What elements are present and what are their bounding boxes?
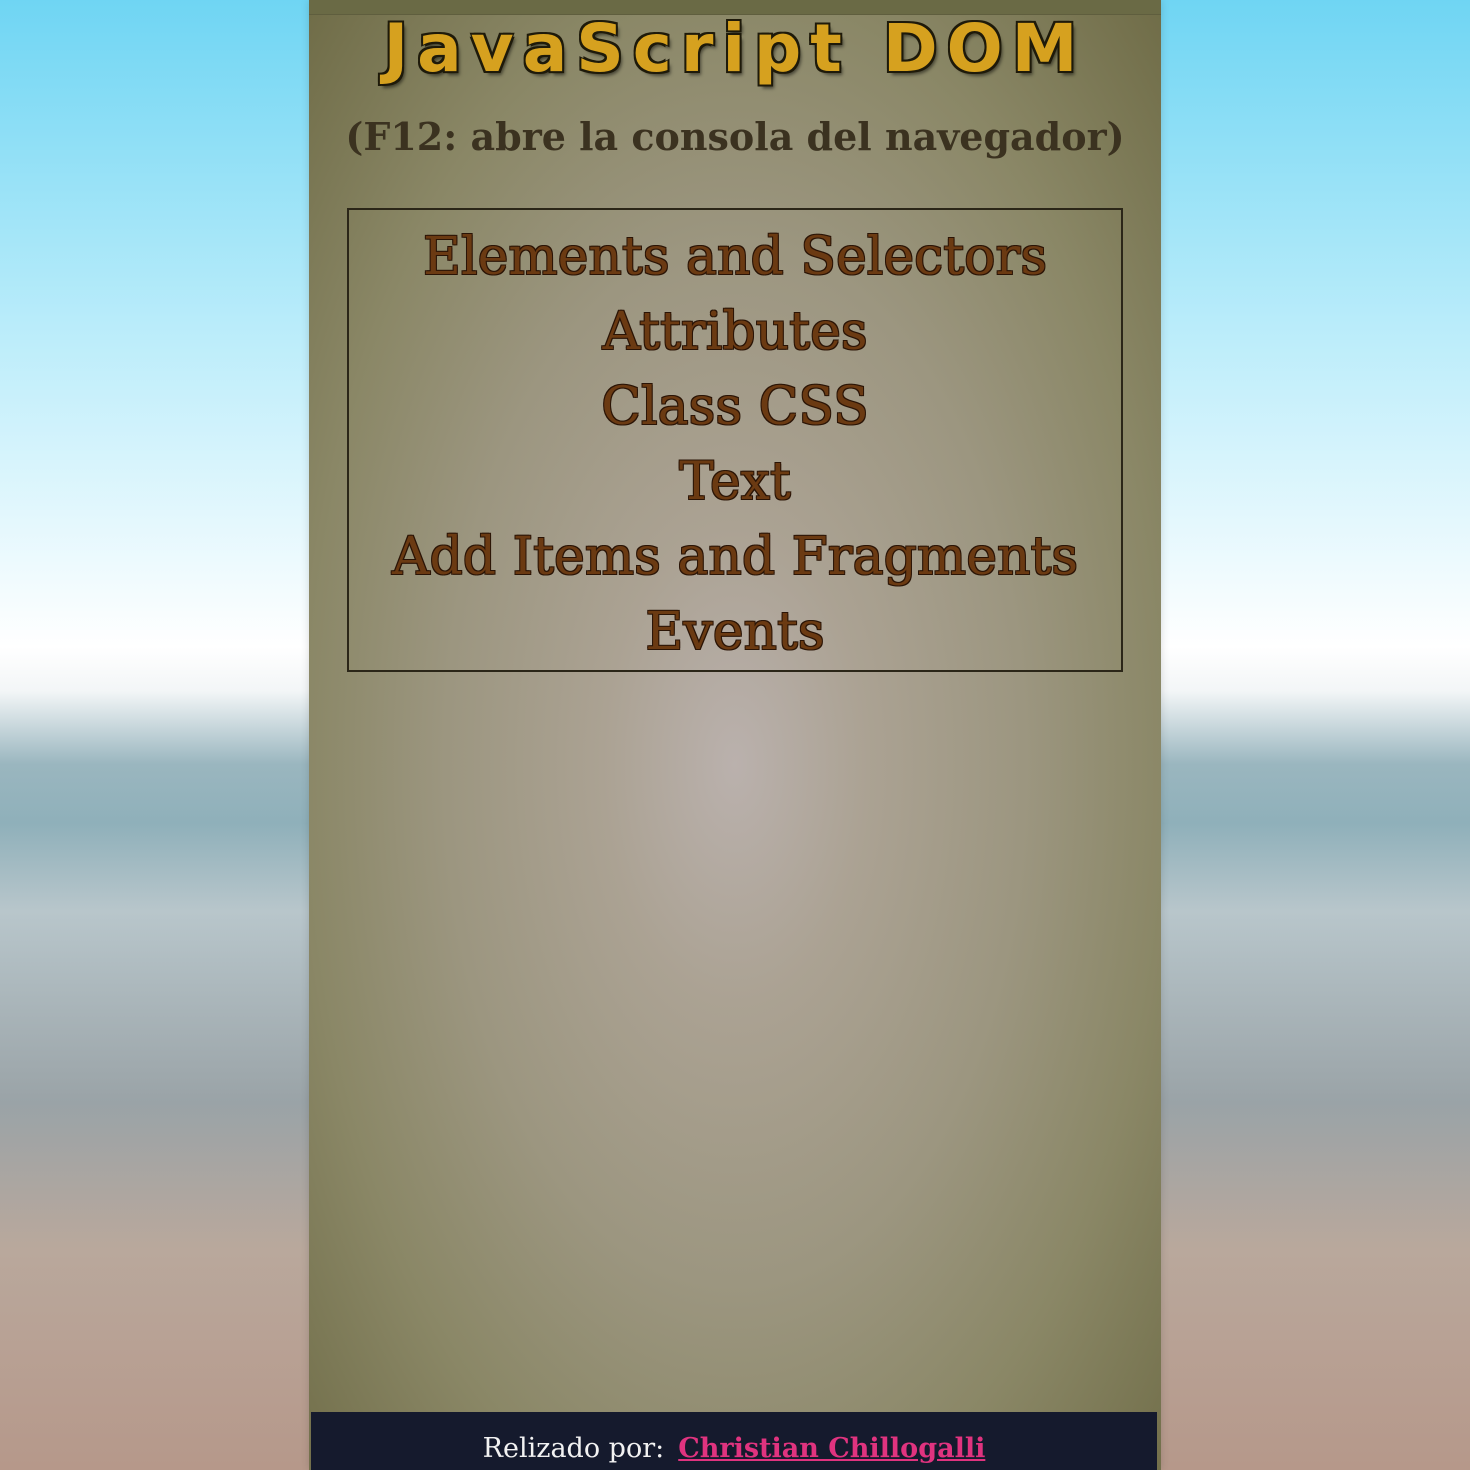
menu-item-add-items-fragments[interactable]: Add Items and Fragments (349, 520, 1121, 595)
footer-credit-label: Relizado por: (482, 1433, 665, 1464)
menu-item-elements-selectors[interactable]: Elements and Selectors (349, 220, 1121, 295)
page-subtitle: (F12: abre la consola del navegador) (345, 114, 1125, 159)
footer: Relizado por: Christian Chillogalli (311, 1412, 1157, 1470)
topics-menu: Elements and Selectors Attributes Class … (347, 208, 1123, 672)
author-link[interactable]: Christian Chillogalli (678, 1433, 985, 1464)
menu-item-events[interactable]: Events (349, 595, 1121, 670)
menu-item-attributes[interactable]: Attributes (349, 295, 1121, 370)
menu-item-class-css[interactable]: Class CSS (349, 370, 1121, 445)
page-title: JavaScript DOM (383, 10, 1087, 87)
menu-item-text[interactable]: Text (349, 445, 1121, 520)
app-page: JavaScript DOM (F12: abre la consola del… (309, 0, 1161, 1470)
